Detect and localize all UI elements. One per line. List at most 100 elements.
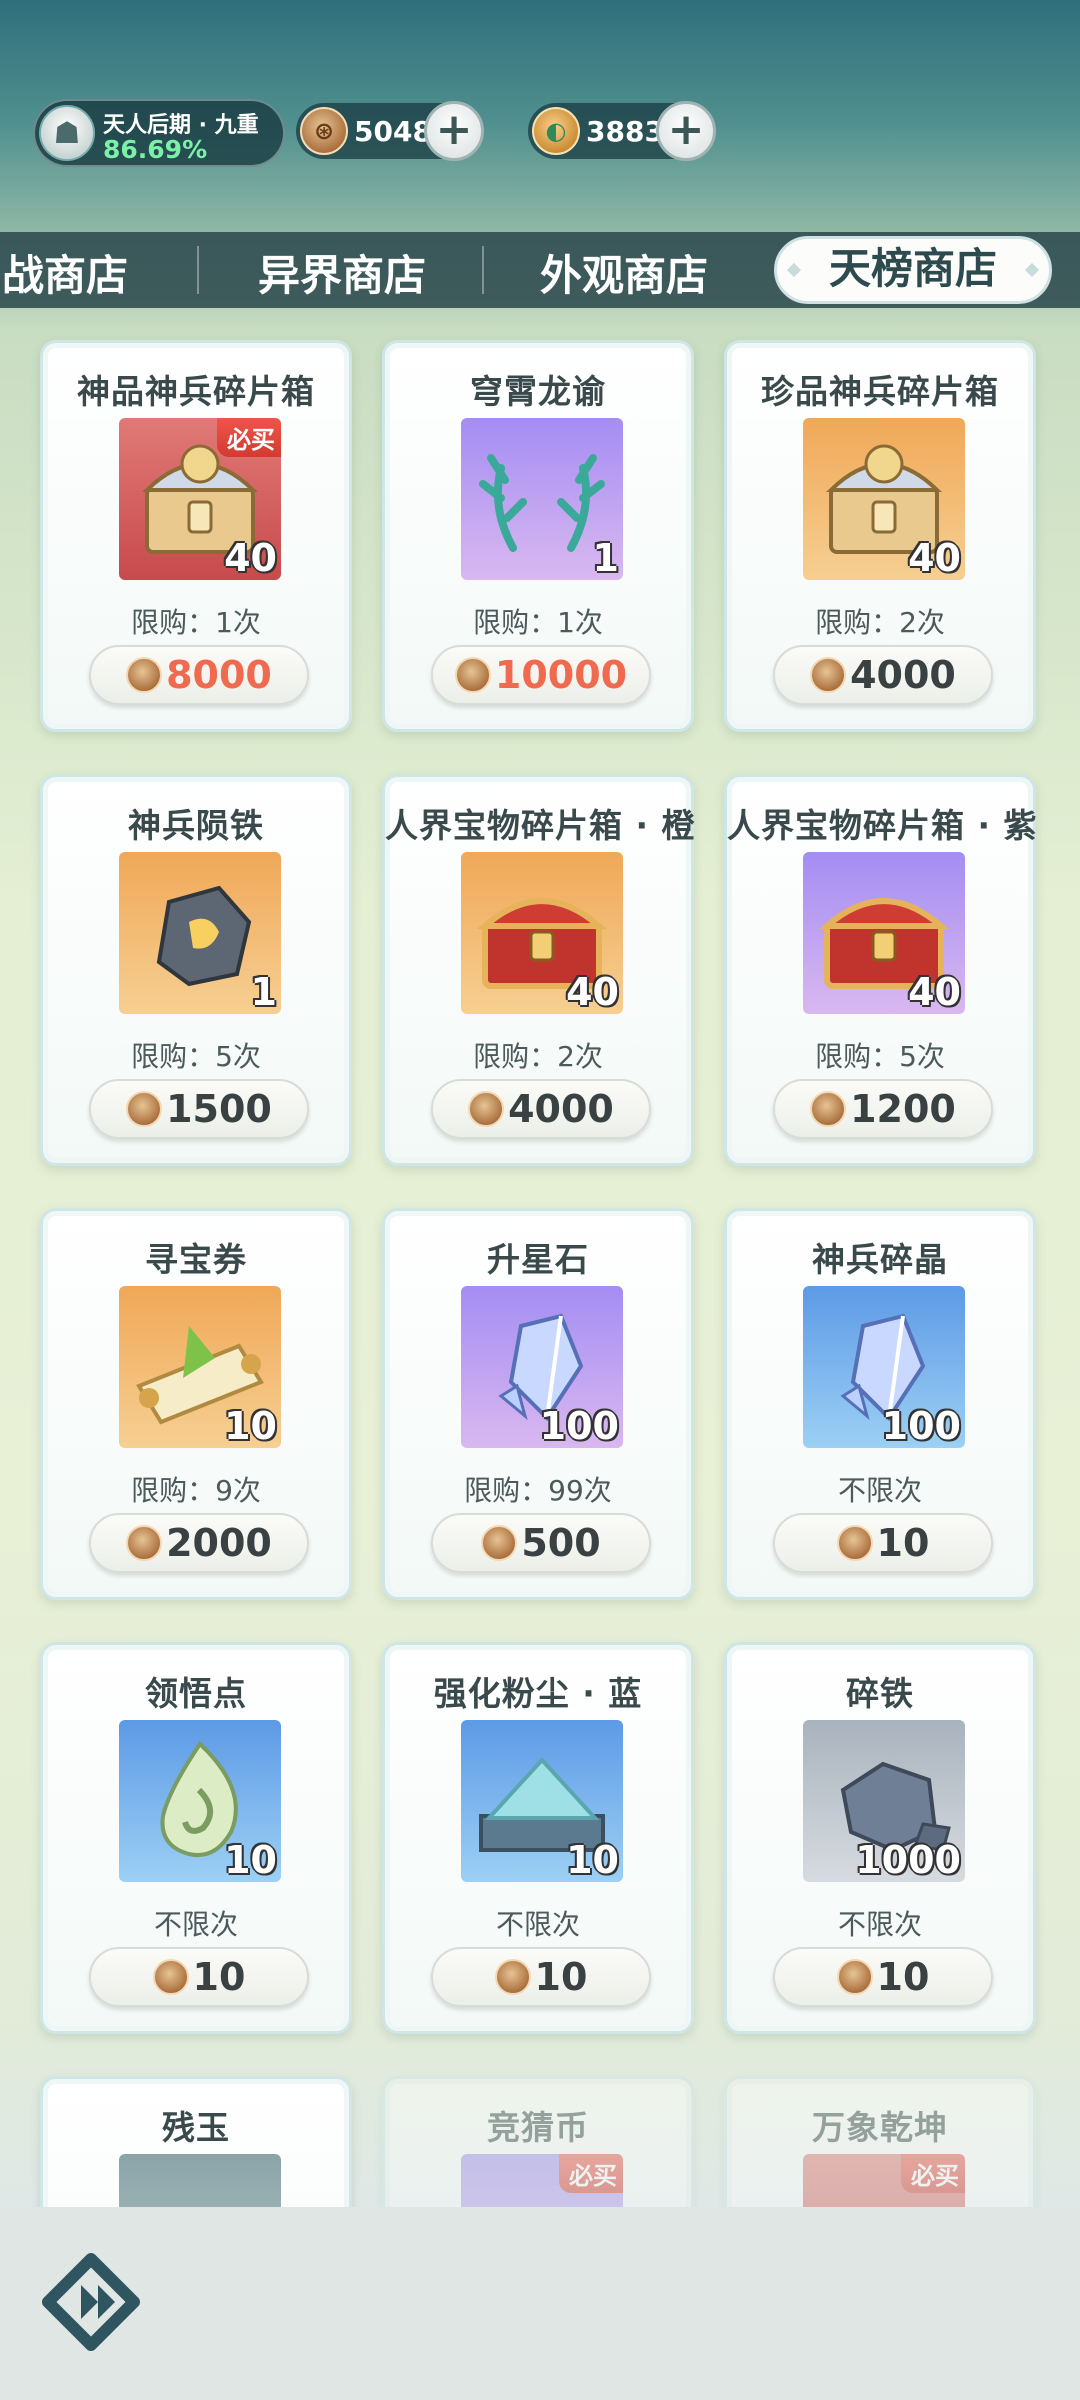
- item-quantity: 100: [539, 1404, 619, 1448]
- tab-divider: [482, 246, 484, 294]
- purchase-limit: 限购：99次: [464, 1474, 612, 1507]
- shop-item-card[interactable]: 人界宝物碎片箱 · 紫 40 限购：5次 1200: [724, 774, 1037, 1166]
- coin-icon: [810, 1091, 847, 1127]
- shop-item-card[interactable]: 穹霄龙谕 1 限购：1次 10000: [382, 340, 694, 732]
- item-name: 残玉: [162, 2108, 230, 2147]
- buy-button[interactable]: 500: [431, 1513, 651, 1573]
- item-quantity: 40: [908, 536, 961, 580]
- currency-coin: ⊛ 5048 +: [296, 101, 484, 161]
- item-image[interactable]: 40: [803, 418, 965, 580]
- coin-icon: [152, 1959, 189, 1995]
- item-price: 1200: [850, 1087, 956, 1131]
- coin-amount: 5048: [354, 115, 432, 148]
- item-image[interactable]: 必买: [461, 2154, 623, 2207]
- item-price: 500: [521, 1521, 601, 1565]
- buy-button[interactable]: 10: [89, 1947, 309, 2007]
- shop-item-card[interactable]: 强化粉尘 · 蓝 10 不限次 10: [382, 1642, 694, 2034]
- shop-item-card[interactable]: 寻宝券 10 限购：9次 2000: [40, 1208, 352, 1600]
- item-image[interactable]: 10: [119, 1720, 281, 1882]
- rank-progress: 86.69%: [103, 135, 208, 164]
- coin-icon: [481, 1525, 518, 1561]
- buy-button[interactable]: 1200: [773, 1079, 993, 1139]
- purchase-limit: 限购：9次: [131, 1474, 261, 1507]
- item-quantity: 40: [908, 970, 961, 1014]
- shop-item-card[interactable]: 神兵碎晶 100 不限次 10: [724, 1208, 1036, 1600]
- item-price: 10: [192, 1955, 246, 1999]
- purchase-limit: 限购：1次: [131, 606, 261, 639]
- item-image[interactable]: 100: [461, 1286, 623, 1448]
- coin-icon: [494, 1959, 531, 1995]
- item-price: 10: [876, 1955, 930, 1999]
- buy-button[interactable]: 10: [773, 1947, 993, 2007]
- coin-icon: [126, 1091, 163, 1127]
- coin-icon: [126, 657, 163, 693]
- item-image[interactable]: 10: [119, 1286, 281, 1448]
- add-coin-button[interactable]: +: [424, 101, 484, 161]
- shop-item-card[interactable]: 神兵陨铁 1 限购：5次 1500: [40, 774, 352, 1166]
- shop-item-card[interactable]: 竞猜币必买: [382, 2076, 694, 2207]
- shop-item-card[interactable]: 残玉: [40, 2076, 352, 2207]
- jade-icon: ◐: [532, 107, 580, 155]
- buy-button[interactable]: 10000: [431, 645, 651, 705]
- item-image[interactable]: 1000: [803, 1720, 965, 1882]
- shop-item-card[interactable]: 领悟点 10 不限次 10: [40, 1642, 352, 2034]
- item-image[interactable]: 40: [803, 852, 965, 1014]
- shop-item-card[interactable]: 万象乾坤 必买: [724, 2076, 1036, 2207]
- shop-item-grid: 神品神兵碎片箱 必买 40 限购：1次 8000 穹霄龙谕 1 限购：1次 10000 珍品神兵碎…: [0, 320, 1080, 2207]
- top-status-bar: ☗ 天人后期 · 九重 86.69% ⊛ 5048 + ◐ 3883 +: [0, 95, 1080, 175]
- shop-item-card[interactable]: 神品神兵碎片箱 必买 40 限购：1次 8000: [40, 340, 352, 732]
- buy-button[interactable]: 4000: [431, 1079, 651, 1139]
- item-price: 4000: [850, 653, 956, 697]
- item-quantity: 40: [224, 536, 277, 580]
- item-image[interactable]: 必买 40: [119, 418, 281, 580]
- buy-button[interactable]: 4000: [773, 645, 993, 705]
- item-quantity: 40: [566, 970, 619, 1014]
- purchase-limit: 限购：1次: [473, 606, 603, 639]
- add-jade-button[interactable]: +: [656, 101, 716, 161]
- item-image[interactable]: 40: [461, 852, 623, 1014]
- tab-appearance-shop[interactable]: 外观商店: [540, 242, 708, 303]
- item-name: 升星石: [487, 1240, 589, 1279]
- buy-button[interactable]: 10: [773, 1513, 993, 1573]
- shop-item-card[interactable]: 升星石 100 限购：99次 500: [382, 1208, 694, 1600]
- back-icon[interactable]: [36, 2247, 146, 2357]
- item-image[interactable]: 1: [119, 852, 281, 1014]
- item-name: 竞猜币: [487, 2108, 589, 2147]
- buy-button[interactable]: 2000: [89, 1513, 309, 1573]
- tab-divider: [197, 246, 199, 294]
- coin-icon: ⊛: [300, 107, 348, 155]
- item-quantity: 10: [566, 1838, 619, 1882]
- item-image[interactable]: [119, 2154, 281, 2207]
- purchase-limit: 限购：2次: [473, 1040, 603, 1073]
- coin-icon: [468, 1091, 505, 1127]
- item-price: 4000: [508, 1087, 614, 1131]
- tab-assist-shop[interactable]: 助战商店: [0, 242, 128, 303]
- item-quantity: 10: [224, 1838, 277, 1882]
- item-name: 穹霄龙谕: [470, 372, 606, 411]
- item-quantity: 10: [224, 1404, 277, 1448]
- tab-ranking-shop[interactable]: 天榜商店: [774, 236, 1052, 304]
- shop-tabs: 助战商店 异界商店 外观商店 天榜商店: [0, 232, 1080, 308]
- cultivation-rank-badge[interactable]: ☗ 天人后期 · 九重 86.69%: [33, 99, 285, 167]
- tab-otherworld-shop[interactable]: 异界商店: [258, 242, 426, 303]
- item-price: 8000: [166, 653, 272, 697]
- shop-item-card[interactable]: 人界宝物碎片箱 · 橙 40 限购：2次 4000: [382, 774, 696, 1166]
- item-image[interactable]: 必买: [803, 2154, 965, 2207]
- shop-item-card[interactable]: 碎铁 1000 不限次 10: [724, 1642, 1036, 2034]
- item-image[interactable]: 100: [803, 1286, 965, 1448]
- coin-icon: [810, 657, 847, 693]
- buy-button[interactable]: 10: [431, 1947, 651, 2007]
- item-name: 强化粉尘 · 蓝: [433, 1674, 643, 1713]
- must-buy-badge: 必买: [559, 2154, 623, 2193]
- item-price: 10: [534, 1955, 588, 1999]
- item-quantity: 1000: [855, 1838, 961, 1882]
- shop-item-card[interactable]: 珍品神兵碎片箱 40 限购：2次 4000: [724, 340, 1036, 732]
- purchase-limit: 限购：2次: [815, 606, 945, 639]
- item-image[interactable]: 10: [461, 1720, 623, 1882]
- buy-button[interactable]: 8000: [89, 645, 309, 705]
- item-name: 人界宝物碎片箱 · 橙: [385, 806, 696, 845]
- item-name: 碎铁: [846, 1674, 914, 1713]
- buy-button[interactable]: 1500: [89, 1079, 309, 1139]
- item-image[interactable]: 1: [461, 418, 623, 580]
- bottom-bar: [0, 2207, 1080, 2400]
